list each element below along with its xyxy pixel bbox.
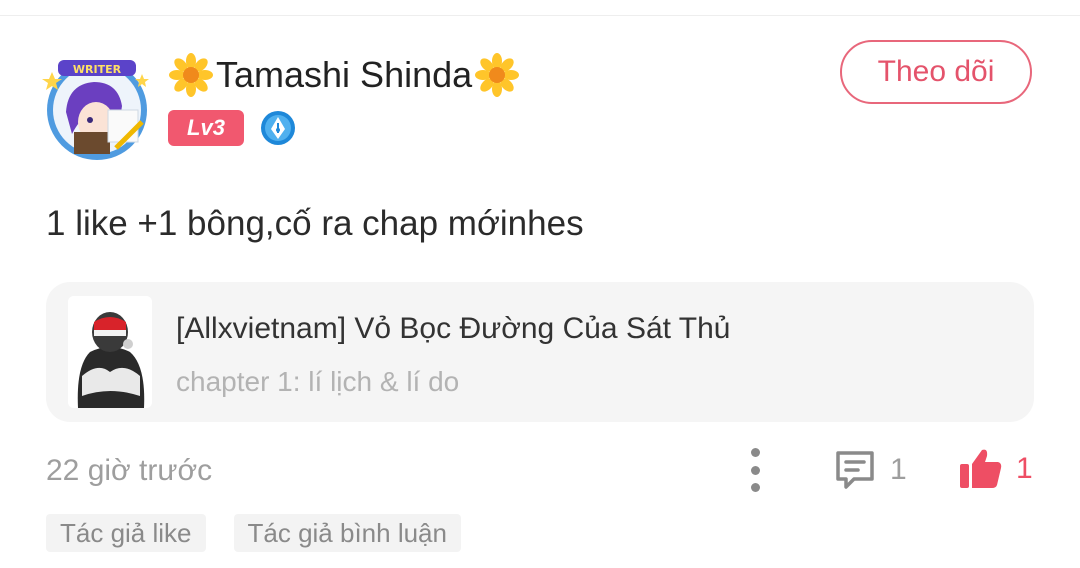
comment-bubble-icon (836, 451, 874, 489)
tag-author-comment: Tác giả bình luận (233, 514, 461, 552)
avatar[interactable]: WRITER (38, 52, 156, 164)
author-tags: Tác giả like Tác giả bình luận (46, 514, 489, 552)
comment-text: 1 like +1 bông,cố ra chap mớinhes (46, 204, 584, 243)
more-dot (750, 448, 760, 457)
story-thumbnail (68, 296, 152, 408)
top-divider (0, 15, 1080, 16)
level-badge: Lv3 (168, 110, 244, 146)
like-button[interactable]: 1 (958, 444, 1033, 494)
story-chapter[interactable]: chapter 1: lí lịch & lí do (176, 366, 459, 398)
more-options-button[interactable] (740, 448, 770, 492)
user-badges: Lv3 (168, 110, 296, 146)
comments-count: 1 (890, 453, 907, 486)
follow-button[interactable]: Theo dõi (840, 40, 1032, 104)
more-dot (750, 465, 760, 475)
likes-count: 1 (1016, 452, 1033, 485)
timestamp: 22 giờ trước (46, 454, 213, 487)
story-card[interactable]: [Allxvietnam] Vỏ Bọc Đường Của Sát Thủ c… (46, 282, 1034, 422)
username[interactable]: Tamashi Shinda (216, 52, 472, 98)
story-title[interactable]: [Allxvietnam] Vỏ Bọc Đường Của Sát Thủ (176, 312, 730, 346)
more-dot (750, 483, 760, 492)
sunflower-icon (474, 52, 520, 98)
thumbs-up-icon (960, 449, 1002, 488)
pen-nib-icon (260, 110, 296, 146)
username-row: Tamashi Shinda (168, 50, 520, 100)
comments-button[interactable]: 1 (832, 446, 907, 494)
tag-author-like: Tác giả like (46, 514, 206, 552)
sunflower-icon (168, 52, 214, 98)
avatar-writer-label: WRITER (73, 63, 122, 76)
